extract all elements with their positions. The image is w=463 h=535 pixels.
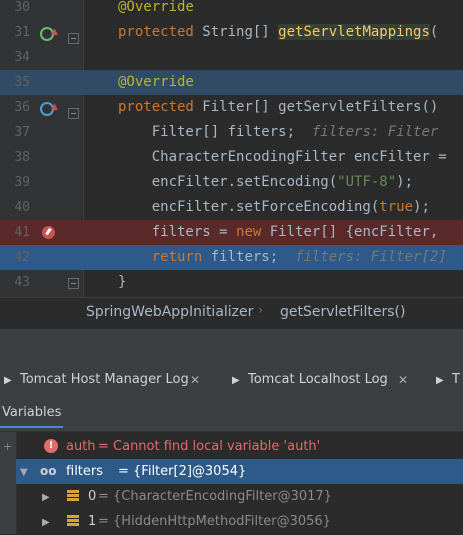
line-number[interactable]: 38 [0, 145, 30, 170]
code-text: return filters; filters: Filter[2] [151, 249, 447, 265]
line-number[interactable]: 31 [0, 20, 30, 45]
fold-icon[interactable] [68, 33, 79, 44]
breadcrumb-separator-icon: › [258, 303, 264, 318]
fold-icon[interactable] [68, 278, 79, 289]
line-number[interactable]: 36 [0, 95, 30, 120]
code-line[interactable]: 30 @Override [0, 0, 463, 20]
code-text: protected Filter[] getServletFilters() [118, 99, 439, 115]
line-number[interactable]: 42 [0, 245, 30, 270]
chevron-down-icon[interactable]: ▼ [20, 460, 28, 485]
variable-value: = Cannot find local variable 'auth' [98, 439, 321, 454]
code-text: encFilter.setForceEncoding(true); [118, 199, 430, 215]
variable-row-1[interactable]: ▶ 1 = {HiddenHttpMethodFilter@3056} [16, 509, 463, 534]
override-arrow-icon: ▲ [51, 27, 58, 37]
variables-side-toolbar: + [0, 432, 17, 534]
code-text: filters = new Filter[] {encFilter, [118, 224, 439, 240]
tab-truncated[interactable]: ▶ T [436, 365, 460, 395]
variable-row-filters[interactable]: ▼ oo filters = {Filter[2]@3054} [16, 459, 463, 484]
code-text: Filter[] filters; filters: Filter [118, 124, 439, 140]
console-icon: ▶ [232, 375, 240, 386]
code-editor[interactable]: 30 @Override 31 protected String[] getServl… [0, 0, 463, 297]
code-line[interactable]: 34 [0, 45, 463, 70]
variable-row-auth[interactable]: ! auth = Cannot find local variable 'aut… [16, 434, 463, 459]
variable-value: = {Filter[2]@3054} [118, 464, 247, 479]
tab-tomcat-localhost-log[interactable]: ▶ Tomcat Localhost Log [232, 365, 388, 395]
line-number[interactable]: 41 [0, 220, 30, 245]
close-icon[interactable]: ✕ [190, 373, 200, 387]
tool-tabs: ▶ Tomcat Host Manager Log ✕ ▶ Tomcat Local… [0, 365, 463, 396]
variable-value: = {HiddenHttpMethodFilter@3056} [98, 514, 331, 529]
line-number[interactable]: 34 [0, 45, 30, 70]
code-text: } [118, 274, 127, 290]
chevron-right-icon[interactable]: ▶ [42, 485, 50, 510]
tab-tomcat-host-manager-log[interactable]: ▶ Tomcat Host Manager Log [4, 365, 189, 395]
code-text: @Override [118, 0, 194, 15]
variable-name: 1 [88, 514, 97, 529]
close-icon[interactable]: ✕ [398, 373, 408, 387]
code-line[interactable]: 38 CharacterEncodingFilter encFilter = [0, 145, 463, 170]
line-number[interactable]: 39 [0, 170, 30, 195]
variable-name: 0 [88, 489, 97, 504]
code-line[interactable]: 41 filters = new Filter[] {encFilter, [0, 220, 463, 245]
variables-header: Variables [0, 395, 463, 432]
fold-icon[interactable] [68, 108, 79, 119]
field-icon [67, 490, 79, 502]
code-line[interactable]: 39 encFilter.setEncoding("UTF-8"); [0, 170, 463, 195]
console-icon: ▶ [4, 375, 12, 386]
breadcrumb-class[interactable]: SpringWebAppInitializer [86, 304, 253, 320]
code-line[interactable]: 37 Filter[] filters; filters: Filter [0, 120, 463, 145]
code-text: encFilter.setEncoding("UTF-8"); [118, 174, 414, 190]
code-text: @Override [118, 74, 194, 90]
error-icon: ! [44, 439, 58, 453]
tab-variables[interactable]: Variables [0, 405, 64, 428]
console-icon: ▶ [436, 375, 444, 386]
line-number[interactable]: 35 [0, 70, 30, 95]
code-text: protected String[] getServletMappings( [118, 24, 439, 40]
variable-value: = {CharacterEncodingFilter@3017} [98, 489, 332, 504]
variable-row-0[interactable]: ▶ 0 = {CharacterEncodingFilter@3017} [16, 484, 463, 509]
breadcrumb: SpringWebAppInitializer › getServletFilt… [0, 297, 463, 329]
variable-name: filters [66, 464, 104, 479]
add-watch-icon[interactable]: + [3, 440, 12, 453]
code-line[interactable]: 40 encFilter.setForceEncoding(true); [0, 195, 463, 220]
line-number[interactable]: 37 [0, 120, 30, 145]
code-line[interactable]: 35 @Override [0, 70, 463, 95]
line-number[interactable]: 43 [0, 270, 30, 295]
code-text: CharacterEncodingFilter encFilter = [118, 149, 447, 165]
line-number[interactable]: 40 [0, 195, 30, 220]
breadcrumb-method[interactable]: getServletFilters() [280, 304, 405, 320]
array-icon: oo [40, 464, 57, 478]
chevron-right-icon[interactable]: ▶ [42, 510, 50, 535]
variable-name: auth [66, 439, 96, 454]
code-line[interactable]: 42 return filters; filters: Filter[2] [0, 245, 463, 270]
breakpoint-icon[interactable] [42, 226, 55, 239]
override-arrow-icon: ▲ [51, 102, 58, 112]
field-icon [67, 515, 79, 527]
line-number[interactable]: 30 [0, 0, 30, 20]
